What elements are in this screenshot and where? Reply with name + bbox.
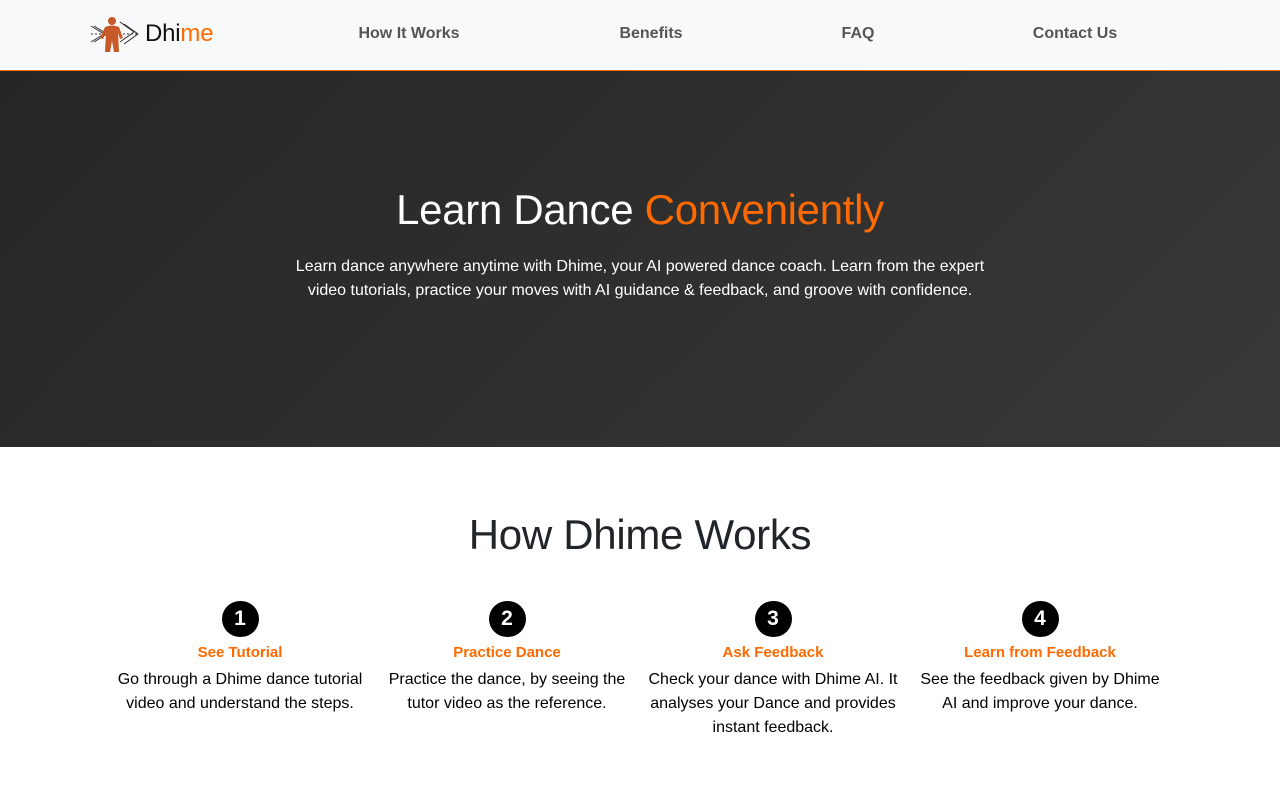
step-number-badge: 2	[488, 601, 526, 637]
dancer-arrows-icon	[90, 17, 139, 52]
step-description: Check your dance with Dhime AI. It analy…	[648, 671, 898, 736]
brand-name: Dhime	[145, 20, 214, 48]
step-number-badge: 4	[1021, 601, 1059, 637]
nav-benefits[interactable]: Benefits	[619, 25, 682, 43]
hero-description: Learn dance anywhere anytime with Dhime,…	[295, 258, 985, 299]
step-title: Ask Feedback	[722, 644, 824, 661]
step-card: 4 Learn from Feedback See the feedback g…	[915, 601, 1165, 716]
hero-section: Learn Dance Conveniently Learn dance any…	[0, 71, 1280, 447]
step-description: Practice the dance, by seeing the tutor …	[388, 671, 626, 712]
step-card: 3 Ask Feedback Check your dance with Dhi…	[648, 601, 898, 740]
how-it-works-title: How Dhime Works	[468, 511, 812, 558]
step-title: Practice Dance	[453, 644, 561, 661]
step-number-badge: 3	[754, 601, 792, 637]
nav-contact-us[interactable]: Contact Us	[1033, 25, 1117, 43]
navbar: Dhime How It Works Benefits FAQ Contact …	[0, 0, 1280, 71]
brand-name-accent: me	[180, 20, 214, 47]
nav-how-it-works[interactable]: How It Works	[358, 25, 459, 43]
hero-title: Learn Dance Conveniently	[0, 186, 1280, 234]
step-title: See Tutorial	[197, 644, 283, 661]
step-card: 1 See Tutorial Go through a Dhime dance …	[115, 601, 365, 716]
step-title: Learn from Feedback	[964, 644, 1116, 661]
step-description: See the feedback given by Dhime AI and i…	[920, 671, 1160, 712]
brand-name-part1: Dhi	[145, 20, 181, 47]
step-card: 2 Practice Dance Practice the dance, by …	[382, 601, 632, 716]
nav-faq[interactable]: FAQ	[842, 25, 875, 43]
step-number-badge: 1	[221, 601, 259, 637]
step-description: Go through a Dhime dance tutorial video …	[117, 671, 363, 712]
brand-home-link[interactable]: Dhime	[90, 16, 214, 52]
hero-title-accent: Conveniently	[644, 186, 885, 233]
hero-title-main: Learn Dance	[396, 186, 645, 233]
